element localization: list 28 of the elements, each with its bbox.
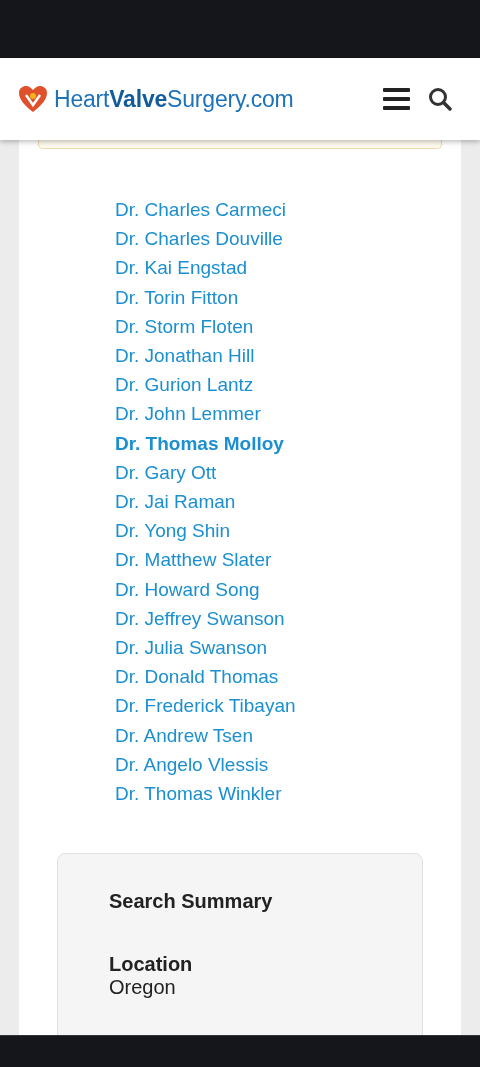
doctor-link[interactable]: Dr. Kai Engstad — [115, 253, 248, 283]
doctor-link[interactable]: Dr. Jeffrey Swanson — [115, 603, 285, 634]
doctor-link[interactable]: Dr. Thomas Winkler — [115, 779, 282, 809]
summary-title: Search Summary — [109, 890, 274, 914]
doctor-link[interactable]: Dr. Jai Raman — [115, 487, 236, 517]
doctor-link[interactable]: Dr. Charles Carmeci — [115, 195, 287, 225]
doctor-link[interactable]: Dr. Jonathan Hill — [115, 341, 255, 371]
doctor-link[interactable]: Dr. Yong Shin — [115, 516, 231, 546]
doctor-link[interactable]: Dr. Matthew Slater — [115, 545, 272, 575]
doctor-link[interactable]: Dr. Howard Song — [115, 574, 260, 604]
doctor-link[interactable]: Dr. Frederick Tibayan — [115, 691, 296, 721]
site-logo[interactable]: HeartValveSurgery.com — [54, 85, 294, 113]
heart-logo-icon — [18, 85, 48, 113]
doctor-link[interactable]: Dr. Torin Fitton — [115, 282, 239, 312]
menu-icon[interactable] — [383, 87, 410, 111]
doctor-link[interactable]: Dr. John Lemmer — [115, 399, 261, 429]
doctor-link[interactable]: Dr. Storm Floten — [115, 311, 254, 341]
doctor-link[interactable]: Dr. Gary Ott — [115, 457, 217, 488]
doctor-link[interactable]: Dr. Thomas Molloy — [115, 428, 284, 458]
field-value: Oregon — [109, 976, 177, 1000]
doctor-link[interactable]: Dr. Julia Swanson — [115, 633, 268, 663]
field-label: Location — [109, 953, 194, 977]
doctor-link[interactable]: Dr. Angelo Vlessis — [115, 749, 269, 780]
doctor-link[interactable]: Dr. Gurion Lantz — [115, 370, 254, 400]
doctor-link[interactable]: Dr. Andrew Tsen — [115, 720, 253, 750]
doctor-link[interactable]: Dr. Donald Thomas — [115, 662, 279, 692]
doctor-link[interactable]: Dr. Charles Douville — [115, 224, 283, 254]
search-icon[interactable] — [428, 87, 452, 111]
